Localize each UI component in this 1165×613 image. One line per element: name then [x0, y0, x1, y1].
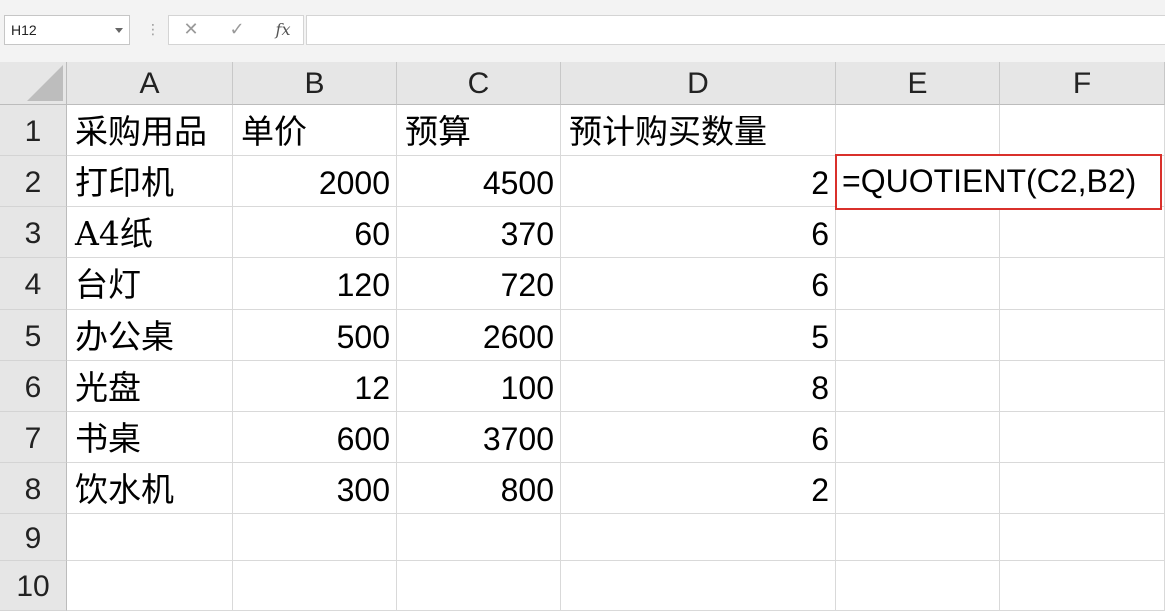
cell-a4[interactable]: 台灯	[67, 258, 233, 310]
column-header-f[interactable]: F	[1000, 62, 1165, 105]
cell-f4[interactable]	[1000, 258, 1165, 310]
cell-a7[interactable]: 书桌	[67, 412, 233, 463]
cell-a9[interactable]	[67, 514, 233, 561]
row-header-7[interactable]: 7	[0, 412, 67, 463]
formula-buttons: ✕ ✓ fx	[168, 15, 304, 45]
cell-b5[interactable]: 500	[233, 310, 397, 361]
cell-e7[interactable]	[836, 412, 1000, 463]
cell-c3[interactable]: 370	[397, 207, 561, 258]
cell-f6[interactable]	[1000, 361, 1165, 412]
column-header-e[interactable]: E	[836, 62, 1000, 105]
row-header-2[interactable]: 2	[0, 156, 67, 207]
cell-b4[interactable]: 120	[233, 258, 397, 310]
cell-a3[interactable]: A4纸	[67, 207, 233, 258]
row-header-10[interactable]: 10	[0, 561, 67, 611]
cell-c2[interactable]: 4500	[397, 156, 561, 207]
cell-b2[interactable]: 2000	[233, 156, 397, 207]
cell-f8[interactable]	[1000, 463, 1165, 514]
select-all-corner[interactable]	[0, 62, 67, 105]
cell-d1[interactable]: 预计购买数量	[561, 105, 836, 156]
formula-bar-grip-icon[interactable]: ⋮	[146, 20, 160, 40]
cell-d4[interactable]: 6	[561, 258, 836, 310]
cell-c1[interactable]: 预算	[397, 105, 561, 156]
cell-b10[interactable]	[233, 561, 397, 611]
cell-d10[interactable]	[561, 561, 836, 611]
name-box-value: H12	[11, 22, 37, 38]
cell-d9[interactable]	[561, 514, 836, 561]
cell-c5[interactable]: 2600	[397, 310, 561, 361]
cell-f7[interactable]	[1000, 412, 1165, 463]
cell-b1[interactable]: 单价	[233, 105, 397, 156]
insert-function-button[interactable]: fx	[267, 16, 299, 44]
cell-c7[interactable]: 3700	[397, 412, 561, 463]
name-box[interactable]: H12	[4, 15, 130, 45]
row-header-6[interactable]: 6	[0, 361, 67, 412]
cell-e9[interactable]	[836, 514, 1000, 561]
row-header-4[interactable]: 4	[0, 258, 67, 310]
cell-e8[interactable]	[836, 463, 1000, 514]
column-header-b[interactable]: B	[233, 62, 397, 105]
cell-e5[interactable]	[836, 310, 1000, 361]
cell-c4[interactable]: 720	[397, 258, 561, 310]
cell-c10[interactable]	[397, 561, 561, 611]
cell-b7[interactable]: 600	[233, 412, 397, 463]
check-icon[interactable]: ✓	[221, 16, 253, 44]
cell-f3[interactable]	[1000, 207, 1165, 258]
formula-cell-e2[interactable]: =QUOTIENT(C2,B2)	[835, 154, 1162, 210]
cell-e1[interactable]	[836, 105, 1000, 156]
cell-c8[interactable]: 800	[397, 463, 561, 514]
cell-d5[interactable]: 5	[561, 310, 836, 361]
row-header-1[interactable]: 1	[0, 105, 67, 156]
cell-e6[interactable]	[836, 361, 1000, 412]
cell-d3[interactable]: 6	[561, 207, 836, 258]
cell-b6[interactable]: 12	[233, 361, 397, 412]
cell-a5[interactable]: 办公桌	[67, 310, 233, 361]
formula-bar: H12 ⋮ ✕ ✓ fx	[0, 0, 1165, 62]
cell-a6[interactable]: 光盘	[67, 361, 233, 412]
row-header-9[interactable]: 9	[0, 514, 67, 561]
cell-d2[interactable]: 2	[561, 156, 836, 207]
formula-input[interactable]	[306, 15, 1165, 45]
cancel-icon[interactable]: ✕	[175, 16, 207, 44]
cell-e4[interactable]	[836, 258, 1000, 310]
cell-d6[interactable]: 8	[561, 361, 836, 412]
row-header-5[interactable]: 5	[0, 310, 67, 361]
cell-f9[interactable]	[1000, 514, 1165, 561]
cell-f1[interactable]	[1000, 105, 1165, 156]
column-header-c[interactable]: C	[397, 62, 561, 105]
column-header-d[interactable]: D	[561, 62, 836, 105]
cell-f10[interactable]	[1000, 561, 1165, 611]
cell-a8[interactable]: 饮水机	[67, 463, 233, 514]
name-box-dropdown-icon[interactable]	[115, 28, 123, 33]
cell-a10[interactable]	[67, 561, 233, 611]
cell-c6[interactable]: 100	[397, 361, 561, 412]
cell-d7[interactable]: 6	[561, 412, 836, 463]
cell-a1[interactable]: 采购用品	[67, 105, 233, 156]
cell-b9[interactable]	[233, 514, 397, 561]
select-all-triangle-icon	[27, 65, 63, 101]
cell-b3[interactable]: 60	[233, 207, 397, 258]
row-header-3[interactable]: 3	[0, 207, 67, 258]
cell-b8[interactable]: 300	[233, 463, 397, 514]
row-header-8[interactable]: 8	[0, 463, 67, 514]
cell-f5[interactable]	[1000, 310, 1165, 361]
cell-d8[interactable]: 2	[561, 463, 836, 514]
cell-e3[interactable]	[836, 207, 1000, 258]
cell-a2[interactable]: 打印机	[67, 156, 233, 207]
column-header-a[interactable]: A	[67, 62, 233, 105]
cell-e10[interactable]	[836, 561, 1000, 611]
cell-c9[interactable]	[397, 514, 561, 561]
